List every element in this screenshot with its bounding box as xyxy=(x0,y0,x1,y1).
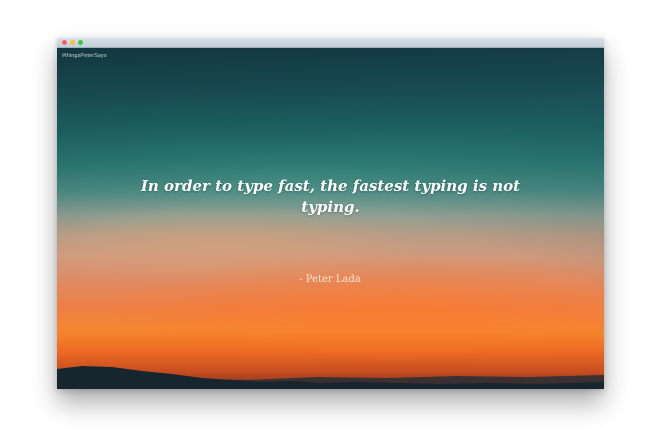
maximize-icon[interactable] xyxy=(78,40,83,45)
close-icon[interactable] xyxy=(62,40,67,45)
browser-window: #thingsPeterSays In order to type fast, … xyxy=(57,38,604,389)
hashtag-label: #thingsPeterSays xyxy=(62,53,107,59)
title-bar[interactable] xyxy=(57,38,604,48)
minimize-icon[interactable] xyxy=(70,40,75,45)
quote-page: #thingsPeterSays In order to type fast, … xyxy=(57,48,604,389)
mountain-silhouette xyxy=(57,366,604,389)
quote-author: - Peter Lada xyxy=(299,274,361,285)
quote-text: In order to type fast, the fastest typin… xyxy=(140,177,521,216)
